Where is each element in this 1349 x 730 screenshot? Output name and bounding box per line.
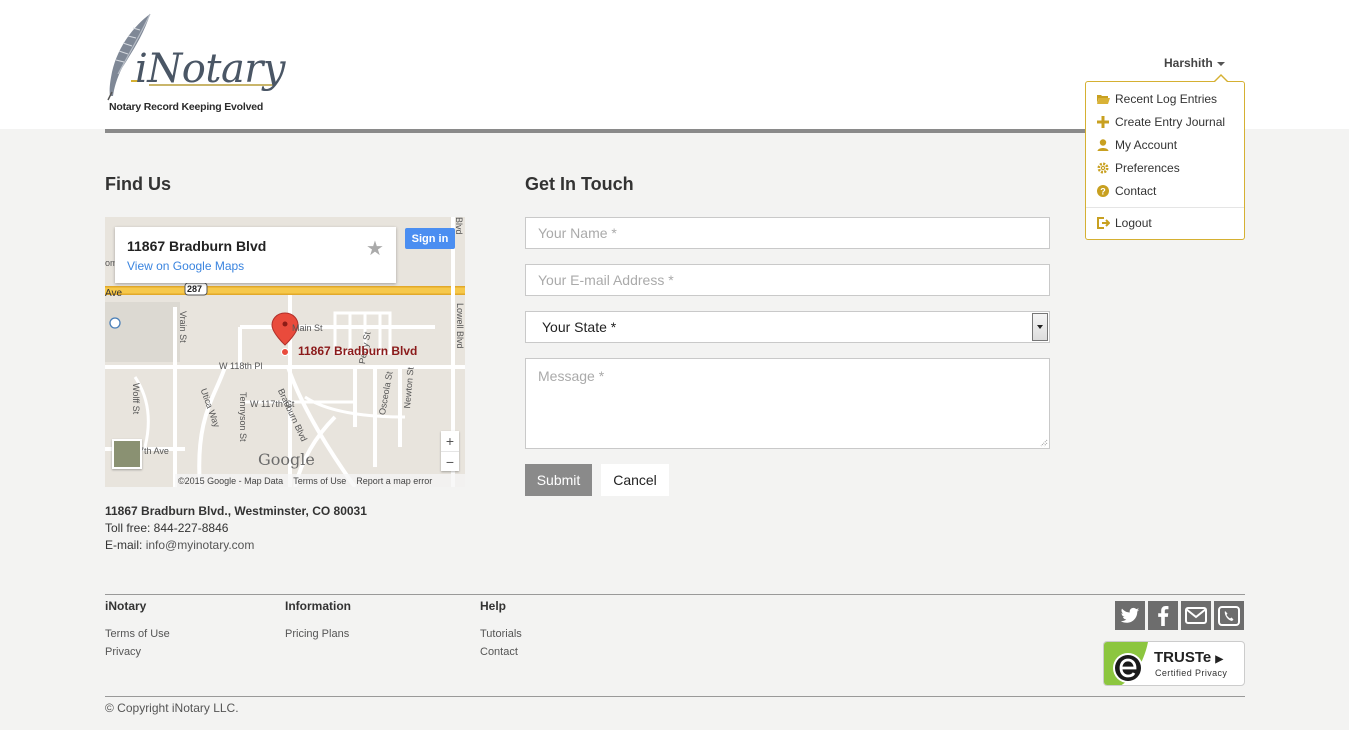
zoom-out-button[interactable]: − xyxy=(441,451,459,471)
mail-icon xyxy=(1185,607,1207,624)
google-logo: Google xyxy=(258,450,315,469)
menu-item-label: Recent Log Entries xyxy=(1115,92,1218,106)
footer-link-pricing-plans[interactable]: Pricing Plans xyxy=(285,628,349,640)
footer-heading-help: Help xyxy=(480,599,507,613)
state-select[interactable]: Your State * xyxy=(525,311,1050,343)
question-icon: ? xyxy=(1097,185,1109,197)
dropdown-pointer-fill xyxy=(1215,76,1227,82)
footer-link-contact[interactable]: Contact xyxy=(480,646,518,658)
map-terms-link[interactable]: Terms of Use xyxy=(293,476,346,486)
cancel-button[interactable]: Cancel xyxy=(601,464,669,496)
footer-heading-information: Information xyxy=(285,599,351,613)
menu-item-label: Preferences xyxy=(1115,161,1180,175)
user-icon xyxy=(1097,139,1109,151)
map-attribution: ©2015 Google - Map Data Terms of Use Rep… xyxy=(175,474,465,487)
name-input[interactable] xyxy=(525,217,1050,249)
truste-name: TRUSTe ▶ xyxy=(1154,649,1224,666)
view-on-google-maps-link[interactable]: View on Google Maps xyxy=(127,259,244,273)
svg-text:?: ? xyxy=(1100,187,1106,197)
map-street-label: W 118th Pl xyxy=(219,361,263,371)
phone-icon xyxy=(1218,605,1240,626)
twitter-button[interactable] xyxy=(1115,601,1145,630)
state-select-value: Your State * xyxy=(542,319,617,335)
map-embed[interactable]: Ave 287 Main St W 118th Pl Bradburn Blvd… xyxy=(105,217,465,487)
map-pin-label: 11867 Bradburn Blvd xyxy=(298,344,418,358)
map-street-label: Main St xyxy=(292,323,323,333)
map-sign-in-button[interactable]: Sign in xyxy=(405,228,455,249)
username: Harshith xyxy=(1164,56,1213,70)
select-arrow-button[interactable] xyxy=(1032,313,1048,341)
logo-tagline: Notary Record Keeping Evolved xyxy=(109,101,264,113)
footer-heading-inotary: iNotary xyxy=(105,599,147,613)
gear-icon xyxy=(1097,162,1109,174)
map-info-card: 11867 Bradburn Blvd View on Google Maps … xyxy=(115,227,396,283)
header-divider xyxy=(105,129,1245,133)
email-label: E-mail: xyxy=(105,538,143,552)
facebook-icon xyxy=(1158,605,1169,626)
footer-link-tutorials[interactable]: Tutorials xyxy=(480,628,522,640)
submit-button[interactable]: Submit xyxy=(525,464,592,496)
logout-icon xyxy=(1097,217,1110,229)
message-textarea[interactable] xyxy=(525,358,1050,449)
zoom-in-button[interactable]: + xyxy=(441,431,459,451)
map-street-label: Tennyson St xyxy=(238,392,248,442)
map-street-label: Ave xyxy=(105,288,123,299)
menu-item-recent-log-entries[interactable]: Recent Log Entries xyxy=(1096,89,1217,109)
map-street-label: Vrain St xyxy=(178,311,188,343)
menu-separator xyxy=(1086,207,1244,208)
user-menu-toggle[interactable]: Harshith xyxy=(1164,56,1225,70)
toll-free-phone: Toll free: 844-227-8846 xyxy=(105,521,229,535)
map-card-title: 11867 Bradburn Blvd xyxy=(127,238,267,254)
truste-subtitle: Certified Privacy xyxy=(1155,668,1228,678)
plus-icon xyxy=(1097,116,1109,128)
twitter-icon xyxy=(1120,607,1140,623)
mail-button[interactable] xyxy=(1181,601,1211,630)
menu-item-label: Create Entry Journal xyxy=(1115,115,1226,129)
map-data-label: ©2015 Google - Map Data xyxy=(178,475,284,486)
facebook-button[interactable] xyxy=(1148,601,1178,630)
menu-item-my-account[interactable]: My Account xyxy=(1096,135,1177,155)
street-address: 11867 Bradburn Blvd., Westminster, CO 80… xyxy=(105,504,367,518)
phone-button[interactable] xyxy=(1214,601,1244,630)
footer-link-privacy[interactable]: Privacy xyxy=(105,646,141,658)
user-dropdown-menu: Recent Log Entries Create Entry Journal … xyxy=(1085,81,1245,240)
email-input[interactable] xyxy=(525,264,1050,296)
menu-item-label: Logout xyxy=(1115,216,1152,230)
map-zoom-control: + − xyxy=(441,431,459,471)
menu-item-create-entry-journal[interactable]: Create Entry Journal xyxy=(1096,112,1225,132)
menu-item-label: My Account xyxy=(1115,138,1178,152)
menu-item-preferences[interactable]: Preferences xyxy=(1096,158,1180,178)
map-street-label: Lowell Blvd xyxy=(455,303,465,349)
logo-wordmark: iNotary xyxy=(135,46,286,92)
map-street-label: Blvd xyxy=(454,217,464,235)
footer-divider xyxy=(105,594,1245,595)
email-link[interactable]: info@myinotary.com xyxy=(146,538,255,552)
truste-badge[interactable]: TRUSTe ▶ Certified Privacy xyxy=(1103,641,1245,686)
map-street-label: 7th Ave xyxy=(139,446,169,456)
resize-handle-icon[interactable] xyxy=(1038,437,1048,447)
map-street-label: Wolff St xyxy=(131,383,141,415)
email-line: E-mail: info@myinotary.com xyxy=(105,537,367,554)
star-icon[interactable]: ★ xyxy=(366,236,384,261)
menu-item-logout[interactable]: Logout xyxy=(1096,213,1152,233)
find-us-title: Find Us xyxy=(105,174,171,194)
chevron-down-icon xyxy=(1037,325,1043,329)
map-street-label: 287 xyxy=(187,284,203,294)
footer-link-terms-of-use[interactable]: Terms of Use xyxy=(105,628,170,640)
map-street-label: W 117th Ct xyxy=(250,399,295,409)
copyright-divider xyxy=(105,696,1245,697)
caret-down-icon xyxy=(1216,61,1225,66)
truste-logo-icon xyxy=(1104,642,1148,685)
copyright: © Copyright iNotary LLC. xyxy=(105,701,239,715)
satellite-view-thumbnail[interactable] xyxy=(112,439,142,469)
get-in-touch-title: Get In Touch xyxy=(525,174,634,194)
folder-open-icon xyxy=(1097,95,1110,104)
report-map-error-link[interactable]: Report a map error xyxy=(356,476,432,486)
address-block: 11867 Bradburn Blvd., Westminster, CO 80… xyxy=(105,503,367,554)
menu-item-label: Contact xyxy=(1115,184,1157,198)
menu-item-contact[interactable]: ? Contact xyxy=(1096,181,1156,201)
